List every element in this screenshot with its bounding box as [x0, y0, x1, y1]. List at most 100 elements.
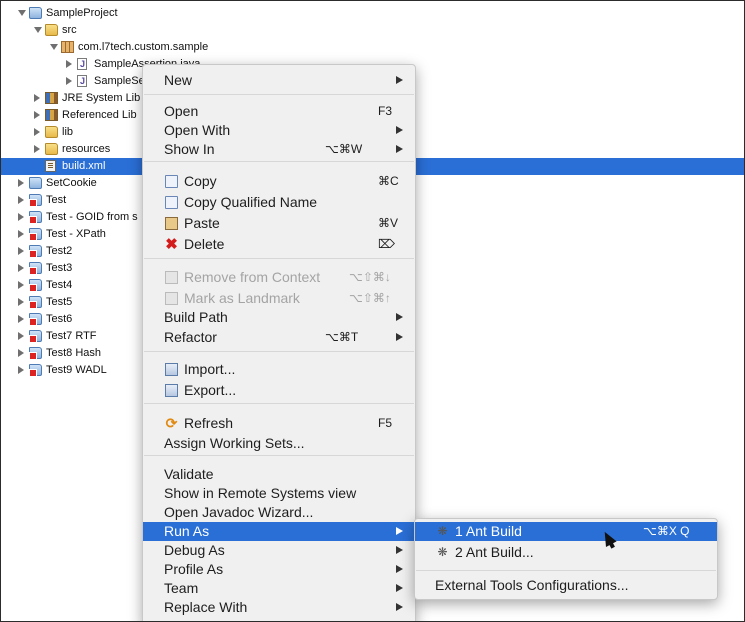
menu-item-shortcut: ⌥⌘X Q — [643, 524, 690, 538]
menu-item-label: Copy — [184, 173, 217, 189]
error-marker-icon — [29, 267, 37, 275]
tree-item[interactable]: src — [1, 22, 744, 39]
menu-item-shortcut: ⌥⇧⌘↓ — [349, 270, 391, 284]
error-marker-icon — [29, 216, 37, 224]
project-folder-icon — [29, 330, 42, 343]
collapse-arrow-icon[interactable] — [18, 179, 24, 187]
submenu-arrow-icon — [396, 76, 403, 84]
collapse-arrow-icon[interactable] — [66, 60, 72, 68]
project-folder-icon — [29, 245, 42, 258]
menu-item-remove-from-context[interactable]: Remove from Context ⌥⇧⌘↓ — [143, 268, 415, 287]
tree-item[interactable]: SampleProject — [1, 5, 744, 22]
menu-item-label: Show In — [164, 141, 215, 157]
expand-arrow-icon[interactable] — [34, 27, 42, 33]
menu-item-shortcut: ⌥⌘W — [325, 142, 363, 156]
project-folder-icon — [29, 364, 42, 377]
tree-item-label: lib — [62, 126, 74, 138]
collapse-arrow-icon[interactable] — [66, 77, 72, 85]
delete-icon: ✖ — [165, 236, 178, 253]
error-marker-icon — [29, 233, 37, 241]
export-icon — [165, 384, 178, 397]
tree-item-label: build.xml — [62, 160, 106, 172]
collapse-arrow-icon[interactable] — [18, 366, 24, 374]
menu-item-1-ant-build[interactable]: ❋ 1 Ant Build ⌥⌘X Q — [415, 522, 717, 541]
tree-item-label: src — [62, 24, 77, 36]
collapse-arrow-icon[interactable] — [18, 213, 24, 221]
menu-separator — [144, 161, 414, 162]
menu-separator — [144, 455, 414, 456]
error-marker-icon — [29, 369, 37, 377]
menu-item-refresh[interactable]: ⟳ Refresh F5 — [143, 414, 415, 433]
expand-arrow-icon[interactable] — [50, 44, 58, 50]
tree-item[interactable]: com.l7tech.custom.sample — [1, 39, 744, 56]
collapse-arrow-icon[interactable] — [34, 94, 40, 102]
project-folder-icon — [29, 7, 42, 19]
collapse-arrow-icon[interactable] — [18, 281, 24, 289]
menu-item-run-as[interactable]: Run As — [143, 522, 415, 541]
menu-item-shortcut: ⌥⇧⌘↑ — [349, 291, 391, 305]
submenu-arrow-icon — [396, 333, 403, 341]
menu-item-debug-as[interactable]: Debug As — [143, 541, 415, 560]
tree-item-label: Test3 — [46, 262, 73, 274]
menu-item-open-with[interactable]: Open With — [143, 121, 415, 140]
menu-item-label: Show in Remote Systems view — [164, 485, 357, 501]
menu-item-new[interactable]: New — [143, 71, 415, 90]
collapse-arrow-icon[interactable] — [34, 128, 40, 136]
submenu-arrow-icon — [396, 313, 403, 321]
error-marker-icon — [29, 199, 37, 207]
submenu-arrow-icon — [396, 546, 403, 554]
menu-item-team[interactable]: Team — [143, 579, 415, 598]
menu-item-refactor[interactable]: Refactor ⌥⌘T — [143, 328, 415, 347]
menu-item-copy-qualified-name[interactable]: Copy Qualified Name — [143, 193, 415, 212]
menu-item-open[interactable]: Open F3 — [143, 102, 415, 121]
menu-item-copy[interactable]: Copy ⌘C — [143, 172, 415, 191]
expand-arrow-icon[interactable] — [18, 10, 26, 16]
project-folder-icon — [29, 296, 42, 309]
menu-item-label: New — [164, 72, 193, 88]
menu-item-label: Refresh — [184, 415, 234, 431]
tree-item-label: com.l7tech.custom.sample — [78, 41, 209, 53]
menu-item-export[interactable]: Export... — [143, 381, 415, 400]
menu-item-open-javadoc-wizard[interactable]: Open Javadoc Wizard... — [143, 503, 415, 522]
menu-item-replace-with[interactable]: Replace With — [143, 598, 415, 617]
menu-item-label: External Tools Configurations... — [435, 577, 629, 593]
paste-icon — [165, 217, 178, 230]
tree-item-label: Test - GOID from s — [46, 211, 138, 223]
collapse-arrow-icon[interactable] — [18, 247, 24, 255]
menu-item-show-in-remote-systems-view[interactable]: Show in Remote Systems view — [143, 484, 415, 503]
tree-item-label: Test4 — [46, 279, 73, 291]
collapse-arrow-icon[interactable] — [34, 111, 40, 119]
menu-item-delete[interactable]: ✖ Delete ⌦ — [143, 235, 415, 254]
menu-item-label: Validate — [164, 466, 214, 482]
menu-item-profile-as[interactable]: Profile As — [143, 560, 415, 579]
menu-item-2-ant-build[interactable]: ❋ 2 Ant Build... — [415, 543, 717, 562]
menu-item-label: Open With — [164, 122, 231, 138]
error-marker-icon — [29, 335, 37, 343]
project-folder-icon — [29, 194, 42, 207]
project-folder-icon — [29, 177, 42, 189]
collapse-arrow-icon[interactable] — [34, 145, 40, 153]
submenu-arrow-icon — [396, 603, 403, 611]
menu-item-label: 1 Ant Build — [455, 523, 522, 539]
collapse-arrow-icon[interactable] — [18, 196, 24, 204]
menu-item-import[interactable]: Import... — [143, 360, 415, 379]
project-folder-icon — [29, 211, 42, 224]
collapse-arrow-icon[interactable] — [18, 230, 24, 238]
submenu-arrow-icon — [396, 527, 403, 535]
collapse-arrow-icon[interactable] — [18, 349, 24, 357]
menu-item-mark-as-landmark[interactable]: Mark as Landmark ⌥⇧⌘↑ — [143, 289, 415, 308]
collapse-arrow-icon[interactable] — [18, 315, 24, 323]
collapse-arrow-icon[interactable] — [18, 332, 24, 340]
menu-item-show-in[interactable]: Show In ⌥⌘W — [143, 140, 415, 159]
remove-context-icon — [165, 271, 178, 284]
tree-item-label: Test — [46, 194, 67, 206]
menu-item-assign-working-sets[interactable]: Assign Working Sets... — [143, 434, 415, 453]
error-marker-icon — [29, 301, 37, 309]
menu-item-build-path[interactable]: Build Path — [143, 308, 415, 327]
menu-item-validate[interactable]: Validate — [143, 465, 415, 484]
tree-item-label: resources — [62, 143, 111, 155]
collapse-arrow-icon[interactable] — [18, 264, 24, 272]
menu-item-external-tools-configurations[interactable]: External Tools Configurations... — [415, 576, 717, 595]
collapse-arrow-icon[interactable] — [18, 298, 24, 306]
menu-item-paste[interactable]: Paste ⌘V — [143, 214, 415, 233]
